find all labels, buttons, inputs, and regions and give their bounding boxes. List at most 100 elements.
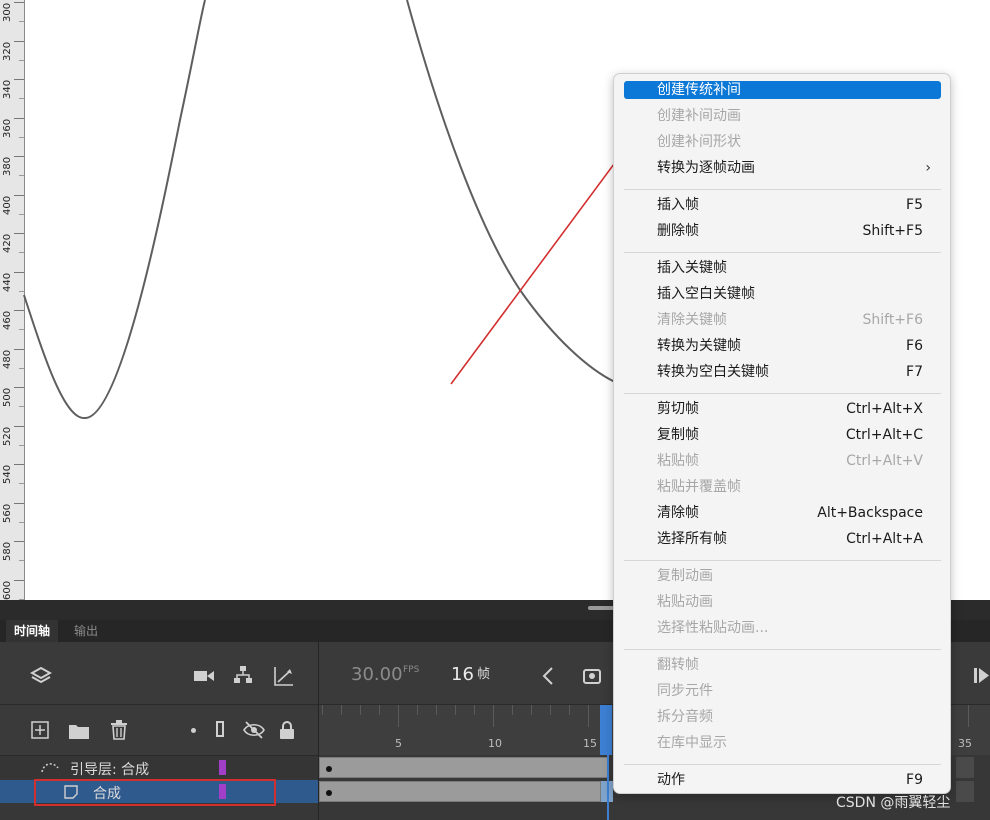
ruler-tick bbox=[14, 541, 24, 542]
menu-item[interactable]: 删除帧 Shift+F5 bbox=[624, 222, 941, 240]
playhead-line bbox=[607, 755, 609, 820]
ruler-label: 580 bbox=[2, 541, 13, 561]
frame-tick bbox=[569, 705, 570, 715]
vertical-ruler: 300 320 340 360 380 400 420 440 460 480 500 520 540 5… bbox=[0, 0, 25, 600]
menu-item[interactable]: 清除帧 Alt+Backspace bbox=[624, 504, 941, 522]
lock-icon[interactable] bbox=[278, 720, 296, 740]
ruler-label: 480 bbox=[2, 349, 13, 369]
menu-item-label: 选择所有帧 bbox=[657, 531, 727, 547]
fps-unit: FPS bbox=[403, 665, 420, 675]
menu-item[interactable]: 创建传统补间 bbox=[624, 81, 941, 99]
menu-item-shortcut: Ctrl+Alt+A bbox=[846, 531, 923, 547]
menu-item-label: 选择性粘贴动画... bbox=[657, 620, 769, 636]
frame-label-35: 35 bbox=[958, 737, 972, 750]
layers-icon[interactable] bbox=[30, 665, 52, 687]
keyframe-dot[interactable] bbox=[326, 790, 332, 796]
frame-tick bbox=[531, 705, 532, 715]
menu-item: 粘贴动画 bbox=[624, 593, 941, 611]
frame-tick bbox=[493, 705, 494, 727]
ruler-tick bbox=[14, 348, 24, 350]
playhead-handle[interactable] bbox=[600, 705, 612, 755]
menu-item[interactable]: 插入帧 F5 bbox=[624, 196, 941, 214]
eye-hidden-icon[interactable] bbox=[242, 720, 266, 740]
frame-tick bbox=[436, 705, 437, 715]
chevron-left-icon[interactable] bbox=[541, 666, 555, 686]
ruler-tick-minor bbox=[19, 521, 24, 523]
frame-span[interactable] bbox=[319, 781, 601, 802]
menu-item-label: 清除关键帧 bbox=[657, 312, 727, 328]
fps-value[interactable]: 30.00 bbox=[351, 664, 403, 685]
menu-item[interactable]: 转换为关键帧 F6 bbox=[624, 337, 941, 355]
ruler-tick-minor bbox=[19, 21, 24, 22]
ruler-tick-minor bbox=[19, 290, 24, 292]
frame-tick bbox=[968, 705, 969, 727]
menu-item-shortcut: Shift+F6 bbox=[862, 312, 923, 328]
ruler-label: 380 bbox=[2, 156, 13, 176]
ruler-tick-minor bbox=[19, 175, 24, 176]
menu-item[interactable]: 动作 F9 bbox=[624, 771, 941, 789]
ruler-tick bbox=[14, 194, 24, 196]
frame-cell[interactable] bbox=[956, 757, 974, 778]
ruler-label: 460 bbox=[2, 310, 13, 330]
frame-cell[interactable] bbox=[956, 781, 974, 802]
ruler-tick-minor bbox=[19, 444, 24, 446]
menu-item: 选择性粘贴动画... bbox=[624, 619, 941, 637]
menu-item[interactable]: 转换为空白关键帧 F7 bbox=[624, 363, 941, 381]
frame-tick bbox=[550, 705, 551, 715]
play-icon[interactable] bbox=[972, 666, 990, 686]
menu-item[interactable]: 插入关键帧 bbox=[624, 259, 941, 277]
ruler-tick bbox=[14, 2, 24, 3]
tab-timeline[interactable]: 时间轴 bbox=[6, 620, 59, 642]
outline-icon[interactable] bbox=[216, 721, 224, 737]
ruler-tick-minor bbox=[19, 560, 24, 561]
menu-item: 同步元件 bbox=[624, 682, 941, 700]
current-frame-value[interactable]: 16 bbox=[451, 664, 474, 685]
menu-item[interactable]: 选择所有帧 Ctrl+Alt+A bbox=[624, 530, 941, 548]
menu-item[interactable]: 复制帧 Ctrl+Alt+C bbox=[624, 426, 941, 444]
dot-icon[interactable] bbox=[191, 728, 196, 733]
frame-tick bbox=[398, 705, 399, 727]
ruler-tick-minor bbox=[19, 329, 24, 330]
layer-name-guide: 引导层: 合成 bbox=[70, 762, 150, 778]
camera-icon[interactable] bbox=[193, 668, 215, 684]
layer-color-swatch[interactable] bbox=[219, 760, 226, 775]
ruler-tick bbox=[14, 156, 24, 157]
menu-item-shortcut: F5 bbox=[906, 197, 923, 213]
frame-tick bbox=[455, 705, 456, 715]
menu-item[interactable]: 插入空白关键帧 bbox=[624, 285, 941, 303]
menu-item[interactable]: 剪切帧 Ctrl+Alt+X bbox=[624, 400, 941, 418]
tab-output[interactable]: 输出 bbox=[66, 620, 106, 642]
ruler-tick bbox=[14, 40, 24, 42]
add-layer-icon[interactable] bbox=[31, 721, 49, 739]
frame-tick bbox=[474, 705, 475, 715]
frame-tick bbox=[360, 705, 361, 715]
ruler-tick bbox=[14, 79, 24, 80]
ruler-tick bbox=[14, 117, 24, 119]
menu-item-label: 转换为逐帧动画 bbox=[657, 160, 755, 176]
annotation-highlight-box bbox=[34, 779, 276, 806]
ruler-tick bbox=[14, 502, 24, 504]
hierarchy-icon[interactable] bbox=[233, 665, 253, 685]
ruler-tick bbox=[14, 233, 24, 234]
menu-item-label: 插入空白关键帧 bbox=[657, 286, 755, 302]
graph-icon[interactable] bbox=[273, 665, 295, 687]
folder-icon[interactable] bbox=[68, 722, 90, 740]
menu-item-label: 粘贴动画 bbox=[657, 594, 713, 610]
menu-item: 清除关键帧 Shift+F6 bbox=[624, 311, 941, 329]
menu-item-label: 复制帧 bbox=[657, 427, 699, 443]
camera-snapshot-icon[interactable] bbox=[582, 664, 604, 686]
menu-item[interactable]: 转换为逐帧动画 › bbox=[624, 159, 941, 177]
ruler-label: 440 bbox=[2, 272, 13, 292]
layer-row-guide[interactable]: 引导层: 合成 bbox=[0, 756, 318, 779]
menu-separator bbox=[624, 560, 941, 561]
menu-item-label: 插入帧 bbox=[657, 197, 699, 213]
ruler-label: 340 bbox=[2, 79, 13, 99]
trash-icon[interactable] bbox=[110, 720, 128, 740]
keyframe-dot[interactable] bbox=[326, 766, 332, 772]
menu-item-label: 清除帧 bbox=[657, 505, 699, 521]
frame-span[interactable] bbox=[319, 757, 609, 778]
ruler-tick-minor bbox=[19, 406, 24, 407]
ruler-label: 500 bbox=[2, 387, 13, 407]
ruler-label: 400 bbox=[2, 195, 13, 215]
menu-item: 在库中显示 bbox=[624, 734, 941, 752]
